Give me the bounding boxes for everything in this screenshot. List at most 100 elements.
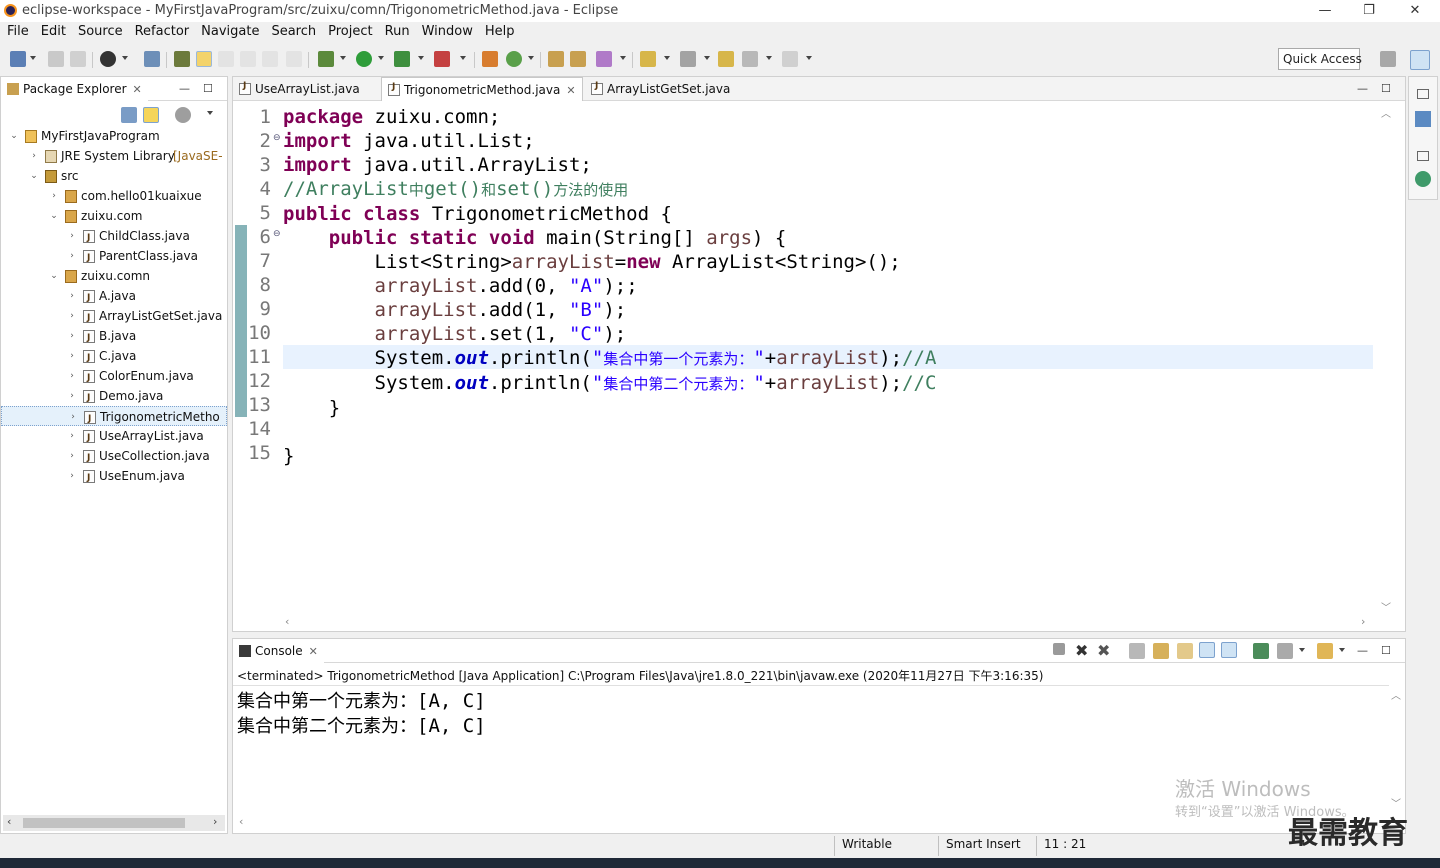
last-edit-icon[interactable] (718, 51, 734, 67)
pin-console-icon[interactable] (1253, 643, 1269, 659)
menu-source[interactable]: Source (71, 22, 128, 39)
chevron-down-icon[interactable]: ⌄ (9, 126, 19, 146)
tree-item[interactable]: › C.java (1, 346, 227, 368)
close-icon[interactable]: ✕ (133, 83, 142, 96)
vertical-scrollbar[interactable]: ︿ ﹀ (1379, 105, 1393, 619)
paragraph-icon[interactable] (286, 51, 302, 67)
menu-navigate[interactable]: Navigate (194, 22, 264, 39)
outline-icon[interactable] (1415, 111, 1431, 127)
chevron-right-icon[interactable]: › (67, 386, 77, 406)
tree-item[interactable]: › B.java (1, 326, 227, 348)
chevron-down-icon[interactable] (766, 56, 772, 60)
fold-icon[interactable]: ⊖ (273, 133, 281, 143)
run-icon[interactable] (356, 51, 372, 67)
minimize-button[interactable]: — (1302, 0, 1348, 22)
menu-run[interactable]: Run (378, 22, 415, 39)
prev-annotation-icon[interactable] (680, 51, 696, 67)
maximize-view-button[interactable]: ☐ (203, 82, 213, 95)
menu-edit[interactable]: Edit (34, 22, 71, 39)
chevron-right-icon[interactable]: › (67, 366, 77, 386)
horizontal-scrollbar[interactable]: ‹ › (283, 615, 1373, 629)
chevron-right-icon[interactable]: › (67, 326, 77, 346)
external-tools-icon[interactable] (434, 51, 450, 67)
tab-trigonometric-method[interactable]: TrigonometricMethod.java ✕ (381, 77, 583, 101)
chevron-down-icon[interactable] (418, 56, 424, 60)
chevron-down-icon[interactable] (1299, 648, 1305, 652)
toggle-mark-icon[interactable] (174, 51, 190, 67)
tree-item[interactable]: ⌄ MyFirstJavaProgram (1, 126, 227, 146)
tree-item[interactable]: › Demo.java (1, 386, 227, 408)
horizontal-scrollbar[interactable]: ‹ › (3, 815, 225, 831)
tree-item[interactable]: › UseArrayList.java (1, 426, 227, 448)
chevron-down-icon[interactable] (1339, 648, 1345, 652)
tab-array-list-get-set[interactable]: ArrayListGetSet.java (585, 77, 736, 101)
chevron-right-icon[interactable]: › (29, 146, 39, 166)
chevron-right-icon[interactable]: › (67, 346, 77, 366)
code-editor[interactable]: package zuixu.comn; import java.util.List… (283, 105, 936, 468)
debug-persp-icon[interactable] (100, 51, 116, 67)
close-icon[interactable]: ✕ (309, 645, 318, 658)
chevron-down-icon[interactable] (460, 56, 466, 60)
chevron-down-icon[interactable] (620, 56, 626, 60)
tree-item[interactable]: › TrigonometricMetho (1, 406, 227, 429)
chevron-down-icon[interactable]: ⌄ (49, 206, 59, 226)
chevron-down-icon[interactable] (704, 56, 710, 60)
tree-item[interactable]: › ColorEnum.java (1, 366, 227, 388)
chevron-right-icon[interactable]: › (67, 286, 77, 306)
menu-search[interactable]: Search (264, 22, 321, 39)
tree-item[interactable]: › UseCollection.java (1, 446, 227, 468)
open-console-icon[interactable] (1317, 643, 1333, 659)
link-with-editor-icon[interactable] (143, 107, 159, 123)
show-whitespace-icon[interactable] (262, 51, 278, 67)
chevron-down-icon[interactable] (528, 56, 534, 60)
chevron-down-icon[interactable]: ⌄ (29, 166, 39, 186)
remove-launch-icon[interactable]: ✖ (1075, 641, 1088, 660)
tree-item[interactable]: ⌄ zuixu.comn (1, 266, 227, 286)
new-icon[interactable] (10, 51, 26, 67)
tree-item[interactable]: › UseEnum.java (1, 466, 227, 488)
word-wrap-icon[interactable] (1177, 643, 1193, 659)
menu-refactor[interactable]: Refactor (128, 22, 195, 39)
vertical-scrollbar[interactable]: ︿ ﹀ (1389, 687, 1403, 811)
show-on-stderr-icon[interactable] (1221, 642, 1237, 658)
restore-icon[interactable] (1417, 89, 1429, 99)
new-java-package-icon[interactable] (482, 51, 498, 67)
word-wrap-icon[interactable] (240, 51, 256, 67)
terminate-icon[interactable] (1053, 643, 1065, 655)
display-console-icon[interactable] (1277, 643, 1293, 659)
save-icon[interactable] (48, 51, 64, 67)
menu-project[interactable]: Project (321, 22, 377, 39)
chevron-right-icon[interactable]: › (67, 426, 77, 446)
restore-icon[interactable] (1417, 151, 1429, 161)
tab-package-explorer[interactable]: Package Explorer ✕ (1, 77, 148, 101)
collapse-all-icon[interactable] (121, 107, 137, 123)
chevron-down-icon[interactable] (30, 56, 36, 60)
clear-console-icon[interactable] (1129, 643, 1145, 659)
maximize-view-button[interactable]: ☐ (1381, 644, 1391, 657)
minimize-view-button[interactable]: — (1357, 82, 1368, 95)
forward-icon[interactable] (782, 51, 798, 67)
tree-item[interactable]: › JRE System Library [JavaSE- (1, 146, 227, 166)
tree-item[interactable]: ⌄ src (1, 166, 227, 186)
block-select-icon[interactable] (218, 51, 234, 67)
maximize-button[interactable]: ❐ (1346, 0, 1392, 22)
chevron-right-icon[interactable]: › (67, 246, 77, 266)
fold-icon[interactable]: ⊖ (273, 229, 281, 239)
close-window-button[interactable]: ✕ (1392, 0, 1438, 22)
debug-icon[interactable] (318, 51, 334, 67)
open-task-icon[interactable] (570, 51, 586, 67)
highlight-icon[interactable] (196, 51, 212, 67)
chevron-right-icon[interactable]: › (67, 446, 77, 466)
chevron-down-icon[interactable]: ⌄ (49, 266, 59, 286)
new-java-class-icon[interactable] (506, 51, 522, 67)
chevron-down-icon[interactable] (806, 56, 812, 60)
next-annotation-icon[interactable] (640, 51, 656, 67)
scroll-lock-icon[interactable] (1153, 643, 1169, 659)
chevron-right-icon[interactable]: › (49, 186, 59, 206)
tree-item[interactable]: › A.java (1, 286, 227, 308)
menu-help[interactable]: Help (478, 22, 520, 39)
search-icon[interactable] (596, 51, 612, 67)
coverage-icon[interactable] (394, 51, 410, 67)
close-icon[interactable]: ✕ (566, 84, 575, 97)
open-perspective-icon[interactable] (1380, 51, 1396, 67)
